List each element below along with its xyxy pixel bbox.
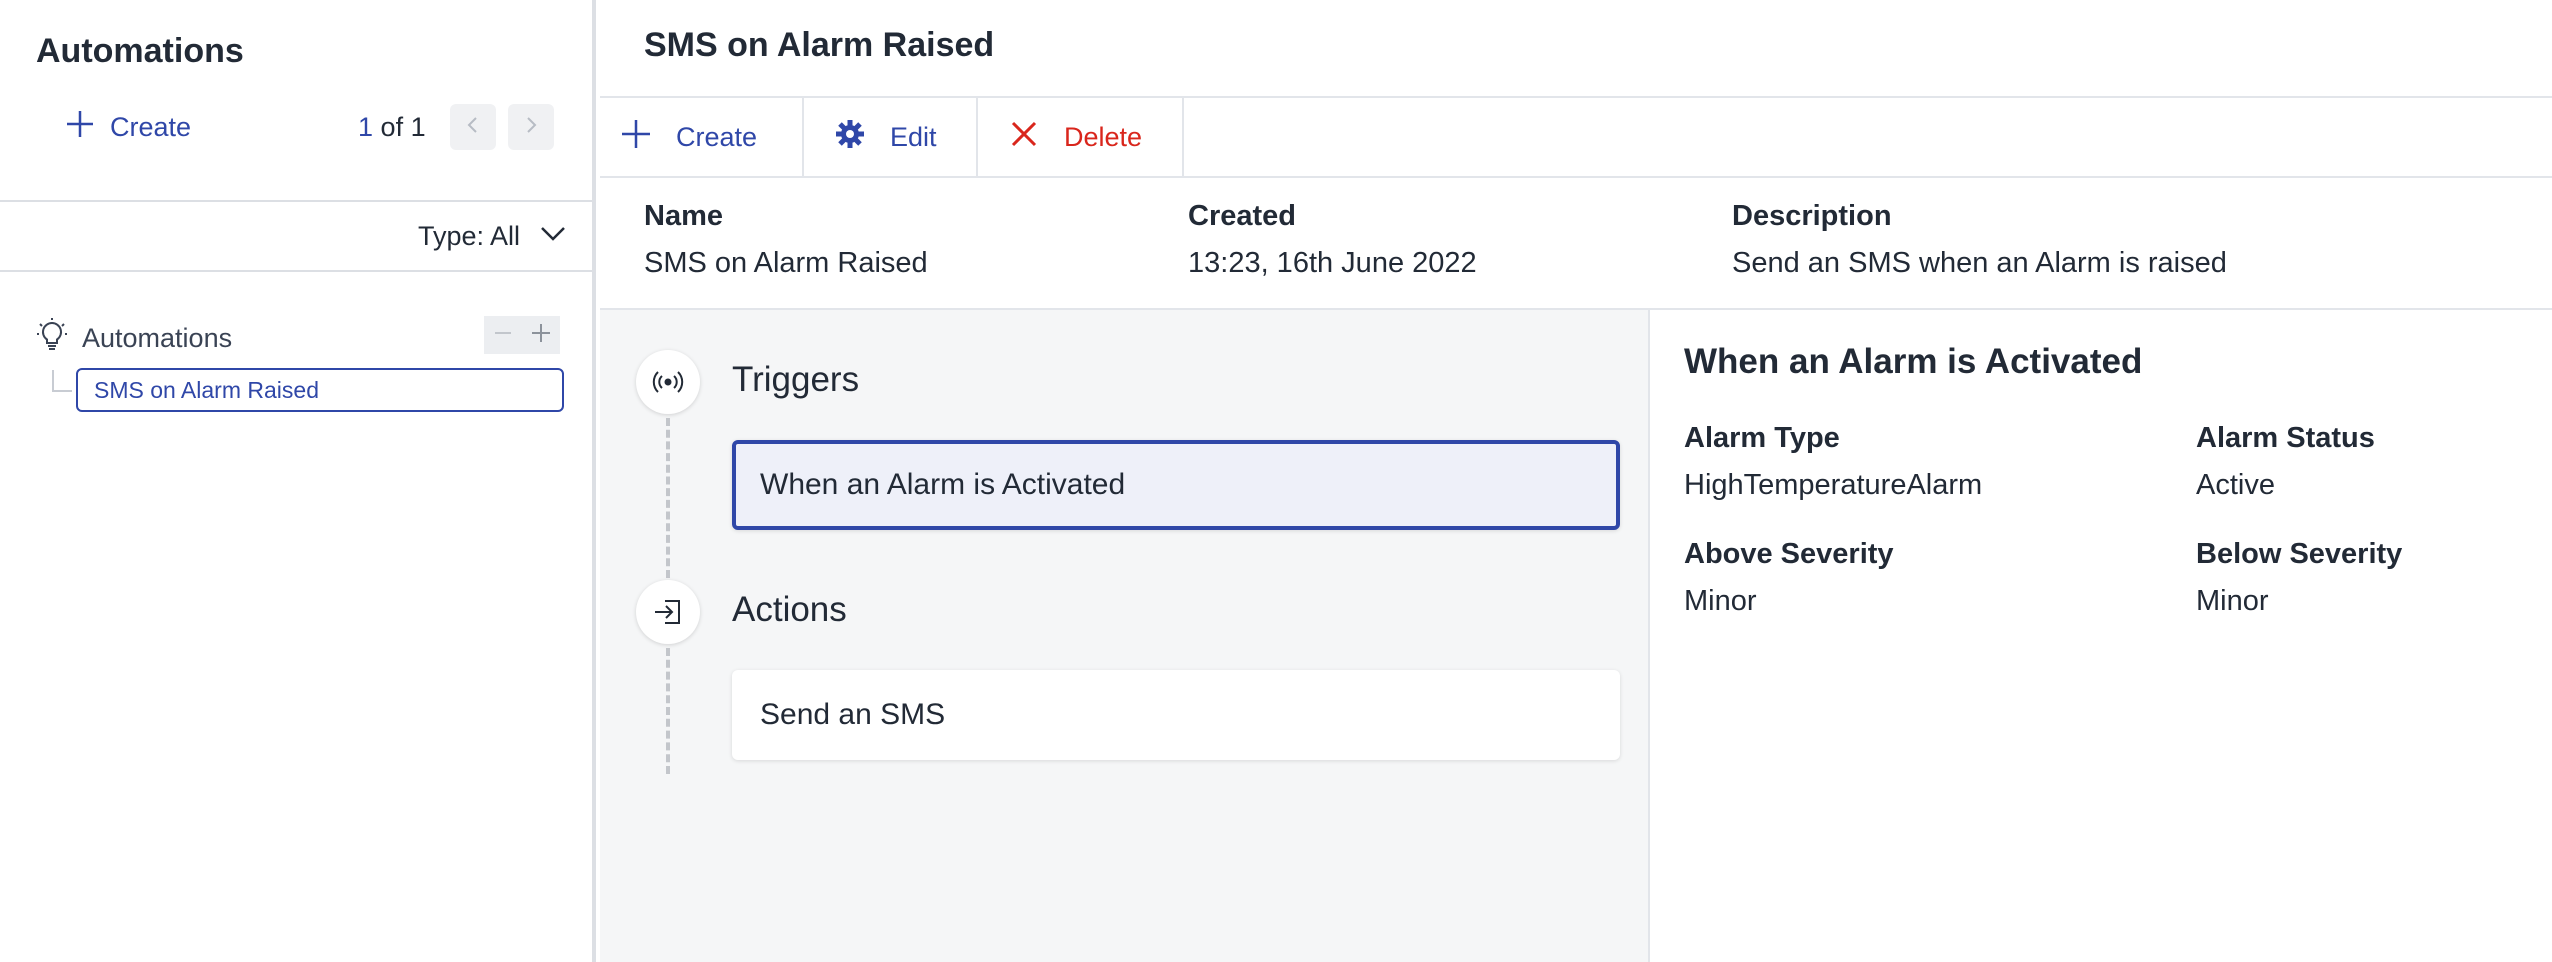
pager-prev-button[interactable] bbox=[450, 104, 496, 150]
sidebar: Automations Create 1 of 1 Type: All Auto… bbox=[0, 0, 596, 962]
tree-root-label: Automations bbox=[82, 323, 233, 353]
field-below-severity: Below Severity Minor bbox=[2196, 538, 2402, 618]
collapse-button[interactable] bbox=[484, 316, 522, 354]
gear-icon bbox=[834, 118, 866, 157]
alarm-status-label: Alarm Status bbox=[2196, 422, 2375, 454]
page-title: SMS on Alarm Raised bbox=[644, 26, 995, 64]
edit-button[interactable]: Edit bbox=[804, 98, 978, 176]
login-icon bbox=[636, 580, 700, 644]
type-filter-label: Type: All bbox=[417, 221, 520, 251]
detail-created: Created 13:23, 16th June 2022 bbox=[1188, 200, 1477, 280]
plus-icon bbox=[529, 321, 553, 350]
tree-controls bbox=[484, 316, 560, 354]
plus-icon bbox=[620, 118, 652, 157]
above-severity-label: Above Severity bbox=[1684, 538, 1894, 570]
sidebar-title: Automations bbox=[36, 32, 244, 70]
field-above-severity: Above Severity Minor bbox=[1684, 538, 1894, 618]
field-alarm-status: Alarm Status Active bbox=[2196, 422, 2375, 502]
edit-button-label: Edit bbox=[890, 121, 937, 152]
divider bbox=[0, 200, 596, 202]
lightbulb-icon bbox=[36, 318, 68, 359]
action-connector bbox=[666, 648, 670, 774]
automation-details: Name SMS on Alarm Raised Created 13:23, … bbox=[600, 178, 2552, 310]
actions-title: Actions bbox=[732, 590, 847, 629]
tree-root[interactable]: Automations bbox=[36, 318, 232, 359]
create-button-label: Create bbox=[676, 121, 758, 152]
detail-name-label: Name bbox=[644, 200, 723, 232]
detail-created-value: 13:23, 16th June 2022 bbox=[1188, 247, 1477, 279]
delete-button-label: Delete bbox=[1064, 121, 1143, 152]
minus-icon bbox=[491, 321, 515, 350]
delete-button[interactable]: Delete bbox=[978, 98, 1184, 176]
detail-name: Name SMS on Alarm Raised bbox=[644, 200, 928, 280]
tree-item-sms-on-alarm-raised[interactable]: SMS on Alarm Raised bbox=[76, 368, 564, 412]
above-severity-value: Minor bbox=[1684, 585, 1757, 617]
pager-text: 1 of 1 bbox=[358, 112, 426, 143]
sidebar-create-label: Create bbox=[110, 112, 192, 142]
detail-description-label: Description bbox=[1732, 200, 1892, 232]
detail-created-label: Created bbox=[1188, 200, 1296, 232]
pager-current: 1 bbox=[358, 112, 374, 142]
detail-description: Description Send an SMS when an Alarm is… bbox=[1732, 200, 2227, 280]
divider bbox=[0, 270, 596, 272]
sidebar-create-button[interactable]: Create bbox=[64, 108, 191, 147]
chevron-right-icon bbox=[520, 114, 542, 141]
expand-button[interactable] bbox=[522, 316, 560, 354]
toolbar: Create Edit Delete bbox=[600, 96, 2552, 178]
field-alarm-type: Alarm Type HighTemperatureAlarm bbox=[1684, 422, 1982, 502]
pager-total: of 1 bbox=[380, 112, 426, 142]
trigger-connector bbox=[666, 418, 670, 578]
detail-name-value: SMS on Alarm Raised bbox=[644, 247, 928, 279]
alarm-type-label: Alarm Type bbox=[1684, 422, 1840, 454]
alarm-status-value: Active bbox=[2196, 469, 2275, 501]
type-filter-dropdown[interactable]: Type: All bbox=[418, 218, 568, 255]
flow-canvas: Triggers When an Alarm is Activated Acti… bbox=[600, 310, 1650, 962]
create-button[interactable]: Create bbox=[600, 98, 804, 176]
tree-connector bbox=[52, 370, 72, 392]
main-content: SMS on Alarm Raised Create Edit Delete N… bbox=[600, 0, 2552, 962]
panel-title: When an Alarm is Activated bbox=[1684, 342, 2143, 381]
below-severity-label: Below Severity bbox=[2196, 538, 2403, 570]
below-severity-value: Minor bbox=[2196, 585, 2269, 617]
close-icon bbox=[1008, 118, 1040, 157]
plus-icon bbox=[64, 108, 96, 147]
action-card[interactable]: Send an SMS bbox=[732, 670, 1620, 760]
broadcast-icon bbox=[636, 350, 700, 414]
trigger-card[interactable]: When an Alarm is Activated bbox=[732, 440, 1620, 530]
chevron-left-icon bbox=[462, 114, 484, 141]
chevron-down-icon bbox=[538, 218, 568, 255]
detail-description-value: Send an SMS when an Alarm is raised bbox=[1732, 247, 2227, 279]
pager-next-button[interactable] bbox=[508, 104, 554, 150]
triggers-title: Triggers bbox=[732, 360, 860, 399]
alarm-type-value: HighTemperatureAlarm bbox=[1684, 469, 1983, 501]
trigger-details-panel: When an Alarm is Activated Alarm Type Hi… bbox=[1652, 310, 2552, 962]
